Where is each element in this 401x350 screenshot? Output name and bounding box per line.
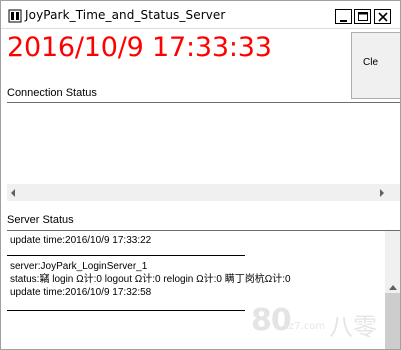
log-line: update time:2016/10/9 17:33:22 xyxy=(10,235,152,246)
log-line: update time:2016/10/9 17:32:58 xyxy=(10,287,152,298)
minimize-icon xyxy=(340,20,347,22)
horizontal-scrollbar[interactable] xyxy=(7,184,400,201)
watermark-domain: xz7.com xyxy=(283,321,326,332)
app-icon xyxy=(8,8,22,23)
log-line: server:JoyPark_LoginServer_1 xyxy=(10,261,148,272)
log-line: status:竊 login Ω计:0 logout Ω计:0 relogin … xyxy=(10,274,291,285)
watermark-chinese: 八零 xyxy=(329,313,377,341)
title-bar[interactable]: JoyPark_Time_and_Status_Server xyxy=(1,1,400,29)
clear-button[interactable]: Cle xyxy=(351,32,400,99)
scroll-left-icon xyxy=(11,189,15,197)
connection-status-list[interactable] xyxy=(7,102,400,206)
minimize-button[interactable] xyxy=(335,9,352,24)
server-status-label: Server Status xyxy=(7,214,74,226)
clock-display: 2016/10/9 17:33:33 xyxy=(7,32,272,63)
connection-status-label: Connection Status xyxy=(7,87,97,99)
close-button[interactable] xyxy=(374,9,391,24)
close-icon xyxy=(378,12,388,22)
maximize-icon xyxy=(358,12,368,21)
app-window: JoyPark_Time_and_Status_Server 2016/10/9… xyxy=(0,0,401,350)
log-separator xyxy=(7,255,245,256)
log-separator xyxy=(7,310,245,311)
scroll-right-icon xyxy=(380,189,384,197)
maximize-button[interactable] xyxy=(354,9,371,24)
clear-button-label: Cle xyxy=(363,57,379,68)
watermark-logo: 80 xz7.com 八零 xyxy=(251,303,400,343)
window-title: JoyPark_Time_and_Status_Server xyxy=(25,8,226,22)
scroll-up-icon xyxy=(389,285,397,290)
